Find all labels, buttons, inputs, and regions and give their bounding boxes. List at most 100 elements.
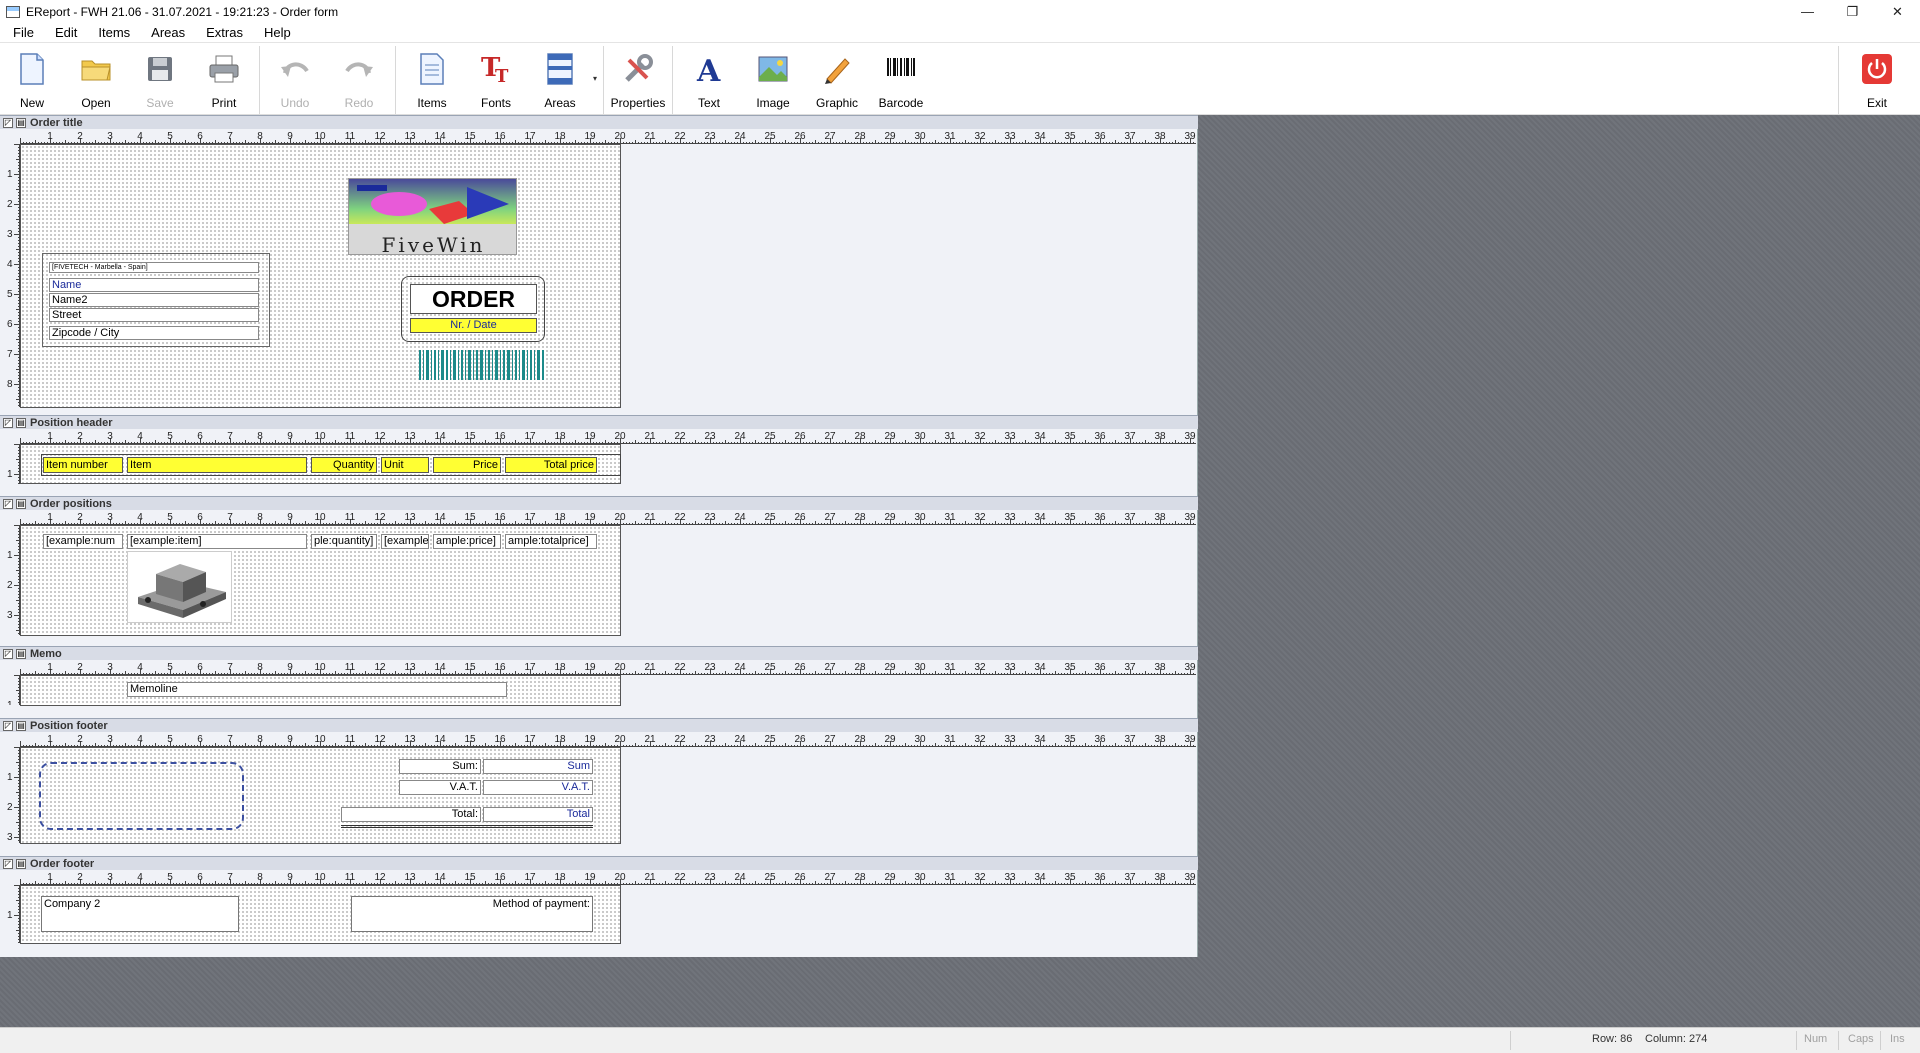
collapse-icon[interactable]: ◸ (3, 417, 13, 428)
area-properties-icon[interactable]: ▤ (16, 417, 26, 428)
new-button[interactable]: New (1, 48, 63, 112)
payment-method-field[interactable]: Method of payment: (351, 896, 593, 932)
ruler-number: 18 (554, 131, 566, 142)
fonts-button[interactable]: TT Fonts (465, 48, 527, 112)
rounded-rectangle-graphic[interactable] (39, 762, 244, 830)
name-field[interactable]: Name (49, 278, 259, 292)
area-header[interactable]: ◸ ▤ Order title (0, 115, 1198, 129)
areas-dropdown-icon[interactable]: ▾ (593, 74, 597, 83)
collapse-icon[interactable]: ◸ (3, 498, 13, 509)
example-item-field[interactable]: [example:item] (127, 534, 307, 549)
menu-help[interactable]: Help (251, 25, 299, 40)
image-button[interactable]: Image (742, 48, 804, 112)
item-image[interactable] (127, 551, 232, 623)
graphic-button[interactable]: Graphic (806, 48, 868, 112)
redo-button[interactable]: Redo (328, 48, 390, 112)
area-header[interactable]: ◸ ▤ Order positions (0, 496, 1198, 510)
zipcode-city-field[interactable]: Zipcode / City (49, 326, 259, 340)
example-quantity-field[interactable]: ple:quantity] (311, 534, 377, 549)
header-item-number[interactable]: Item number (43, 457, 123, 473)
properties-button[interactable]: Properties (606, 48, 670, 112)
example-unit-field[interactable]: [example (381, 534, 429, 549)
total-value[interactable]: Total (483, 807, 593, 822)
save-button[interactable]: Save (129, 48, 191, 112)
area-properties-icon[interactable]: ▤ (16, 117, 26, 128)
header-quantity[interactable]: Quantity (311, 457, 377, 473)
ruler-number: 27 (824, 872, 836, 883)
report-paper[interactable]: Sum: Sum V.A.T. V.A.T. Total: Total (20, 747, 621, 844)
name2-field[interactable]: Name2 (49, 293, 259, 307)
sender-field[interactable]: [FIVETECH - Marbella - Spain] (49, 262, 259, 273)
header-total-price[interactable]: Total price (505, 457, 597, 473)
total-label[interactable]: Total: (341, 807, 481, 822)
close-button[interactable]: ✕ (1875, 0, 1920, 23)
area-header[interactable]: ◸ ▤ Position footer (0, 718, 1198, 732)
ruler-number: 12 (374, 131, 386, 142)
ruler-number: 31 (944, 131, 956, 142)
collapse-icon[interactable]: ◸ (3, 720, 13, 731)
ruler-number: 17 (524, 872, 536, 883)
menu-file[interactable]: File (0, 25, 42, 40)
barcode-button[interactable]: Barcode (870, 48, 932, 112)
area-properties-icon[interactable]: ▤ (16, 648, 26, 659)
example-num-field[interactable]: [example:num (43, 534, 123, 549)
ruler-number: 14 (434, 872, 446, 883)
menu-areas[interactable]: Areas (138, 25, 193, 40)
collapse-icon[interactable]: ◸ (3, 648, 13, 659)
menu-edit[interactable]: Edit (42, 25, 85, 40)
area-properties-icon[interactable]: ▤ (16, 720, 26, 731)
undo-button[interactable]: Undo (264, 48, 326, 112)
report-paper[interactable]: [example:num [example:item] ple:quantity… (20, 525, 621, 636)
vat-value[interactable]: V.A.T. (483, 780, 593, 795)
open-label: Open (81, 96, 111, 110)
ruler-number: 33 (1004, 734, 1016, 745)
area-header[interactable]: ◸ ▤ Order footer (0, 856, 1198, 870)
order-label[interactable]: ORDER (410, 284, 537, 314)
fivewin-logo-image[interactable]: FiveWin (348, 178, 517, 257)
area-order-title: ◸ ▤ Order title 1 2 3 4 5 6 7 8 9 10 11 12 13 14 15 16 1… (0, 115, 1198, 415)
print-button[interactable]: Print (193, 48, 255, 112)
sum-label[interactable]: Sum: (399, 759, 481, 774)
ruler-number: 34 (1034, 872, 1046, 883)
memoline-field[interactable]: Memoline (127, 682, 507, 697)
barcode-item[interactable] (419, 350, 547, 380)
area-header[interactable]: ◸ ▤ Memo (0, 646, 1198, 660)
street-field[interactable]: Street (49, 308, 259, 322)
areas-button[interactable]: Areas (529, 48, 591, 112)
nr-date-field[interactable]: Nr. / Date (410, 318, 537, 333)
items-button[interactable]: Items (401, 48, 463, 112)
ruler-number: 4 (137, 431, 143, 442)
report-paper[interactable]: FiveWin [FIVETECH - Marbella - Spain] Na… (20, 144, 621, 408)
area-properties-icon[interactable]: ▤ (16, 858, 26, 869)
sum-value[interactable]: Sum (483, 759, 593, 774)
example-totalprice-field[interactable]: ample:totalprice] (505, 534, 597, 549)
vat-label[interactable]: V.A.T. (399, 780, 481, 795)
ruler-number: 16 (494, 431, 506, 442)
area-properties-icon[interactable]: ▤ (16, 498, 26, 509)
report-paper[interactable]: Memoline (20, 675, 621, 706)
open-button[interactable]: Open (65, 48, 127, 112)
total-underline[interactable] (341, 825, 593, 828)
company-field[interactable]: Company 2 (41, 896, 239, 932)
ruler-number: 33 (1004, 662, 1016, 673)
maximize-button[interactable]: ❐ (1830, 0, 1875, 23)
ruler-number: 2 (77, 131, 83, 142)
exit-button[interactable]: Exit (1846, 48, 1908, 112)
menu-items[interactable]: Items (85, 25, 138, 40)
ruler-number: 2 (7, 199, 13, 210)
example-price-field[interactable]: ample:price] (433, 534, 501, 549)
ruler-number: 17 (524, 662, 536, 673)
minimize-button[interactable]: — (1785, 0, 1830, 23)
report-paper[interactable]: Item number Item Quantity Unit Price Tot… (20, 444, 621, 484)
header-unit[interactable]: Unit (381, 457, 429, 473)
menu-extras[interactable]: Extras (193, 25, 251, 40)
ruler-number: 5 (167, 662, 173, 673)
collapse-icon[interactable]: ◸ (3, 858, 13, 869)
header-item[interactable]: Item (127, 457, 307, 473)
area-header[interactable]: ◸ ▤ Position header (0, 415, 1198, 429)
text-button[interactable]: A Text (678, 48, 740, 112)
header-price[interactable]: Price (433, 457, 501, 473)
ruler-number: 24 (734, 734, 746, 745)
report-paper[interactable]: Company 2 Method of payment: (20, 885, 621, 944)
collapse-icon[interactable]: ◸ (3, 117, 13, 128)
